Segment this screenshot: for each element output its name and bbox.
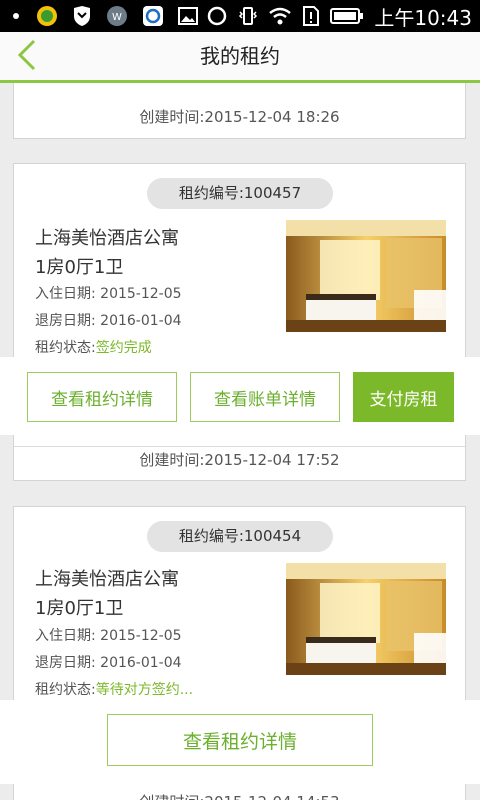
browser-icon bbox=[142, 5, 164, 27]
status-value: 等待对方签约... bbox=[95, 682, 194, 698]
notification-dot-icon bbox=[10, 10, 22, 22]
checkin-date: 入住日期: 2015-12-05 bbox=[35, 283, 182, 303]
status-bar: W 上午10:43 bbox=[0, 0, 480, 32]
checkout-value: 2016-01-04 bbox=[100, 655, 182, 671]
battery-icon bbox=[330, 7, 364, 25]
view-contract-button[interactable]: 查看租约详情 bbox=[107, 714, 373, 766]
page-title: 我的租约 bbox=[200, 44, 280, 68]
contract-status: 租约状态:签约完成 bbox=[35, 337, 152, 357]
checkin-value: 2015-12-05 bbox=[100, 286, 182, 302]
status-time: 上午10:43 bbox=[374, 5, 472, 30]
room-photo[interactable] bbox=[286, 220, 446, 332]
checkout-label: 退房日期: bbox=[35, 313, 101, 329]
hotel-name: 上海美怡酒店公寓 bbox=[35, 569, 179, 590]
checkin-label: 入住日期: bbox=[35, 628, 101, 644]
checkout-label: 退房日期: bbox=[35, 655, 101, 671]
card-action-bar: 查看租约详情 bbox=[0, 700, 480, 784]
room-photo[interactable] bbox=[286, 563, 446, 675]
created-time: 创建时间:2015-12-04 18:26 bbox=[139, 108, 340, 126]
card-action-bar: 查看租约详情 查看账单详情 支付房租 bbox=[0, 357, 480, 435]
checkout-value: 2016-01-04 bbox=[100, 313, 182, 329]
contract-list[interactable]: 创建时间:2015-12-04 18:26 租约编号:100457 上海美怡酒店… bbox=[0, 83, 480, 800]
gallery-icon bbox=[178, 7, 198, 25]
card-divider bbox=[14, 446, 465, 447]
view-contract-button[interactable]: 查看租约详情 bbox=[27, 372, 177, 422]
hotel-name: 上海美怡酒店公寓 bbox=[35, 228, 179, 249]
vibrate-icon bbox=[238, 5, 258, 27]
shield-icon bbox=[72, 5, 92, 27]
wifi-icon bbox=[268, 6, 292, 26]
sim-alert-icon bbox=[302, 5, 320, 27]
view-bill-button[interactable]: 查看账单详情 bbox=[190, 372, 340, 422]
circle-app-icon: W bbox=[106, 5, 128, 27]
contract-status: 租约状态:等待对方签约... bbox=[35, 679, 193, 699]
room-type: 1房0厅1卫 bbox=[35, 257, 124, 278]
alarm-icon bbox=[206, 5, 228, 27]
pay-rent-button[interactable]: 支付房租 bbox=[353, 372, 454, 422]
checkin-label: 入住日期: bbox=[35, 286, 101, 302]
rent-number-badge: 租约编号:100454 bbox=[147, 521, 333, 552]
status-label: 租约状态: bbox=[35, 340, 96, 356]
app-badge-icon bbox=[36, 5, 58, 27]
checkin-value: 2015-12-05 bbox=[100, 628, 182, 644]
title-bar: 我的租约 bbox=[0, 32, 480, 83]
checkout-date: 退房日期: 2016-01-04 bbox=[35, 310, 182, 330]
created-time: 创建时间:2015-12-04 14:53 bbox=[14, 791, 465, 800]
rent-number-badge: 租约编号:100457 bbox=[147, 178, 333, 209]
svg-text:W: W bbox=[112, 12, 122, 23]
checkout-date: 退房日期: 2016-01-04 bbox=[35, 652, 182, 672]
checkin-date: 入住日期: 2015-12-05 bbox=[35, 625, 182, 645]
status-value: 签约完成 bbox=[95, 340, 152, 356]
created-time: 创建时间:2015-12-04 17:52 bbox=[139, 451, 340, 469]
room-type: 1房0厅1卫 bbox=[35, 598, 124, 619]
contract-card-partial: 创建时间:2015-12-04 18:26 bbox=[13, 83, 466, 139]
status-label: 租约状态: bbox=[35, 682, 96, 698]
